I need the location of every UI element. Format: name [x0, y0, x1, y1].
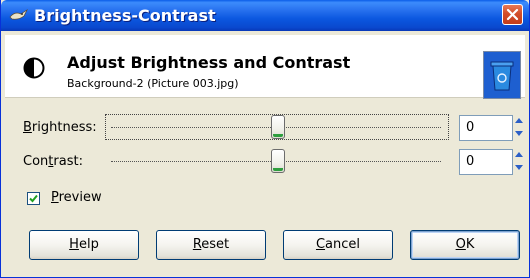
gimp-wilber-icon: [9, 8, 28, 20]
preview-label[interactable]: Preview: [51, 190, 102, 205]
cancel-button[interactable]: Cancel: [283, 230, 393, 260]
contrast-slider-thumb[interactable]: [271, 149, 285, 173]
contrast-spinbox[interactable]: 0: [459, 149, 513, 175]
recycle-bin-icon: [484, 52, 520, 98]
brightness-contrast-dialog: Brightness-Contrast Adjust Brightness an…: [0, 0, 530, 278]
brightness-up-arrow-icon[interactable]: [512, 114, 526, 127]
reset-button[interactable]: Reset: [156, 230, 266, 260]
contrast-icon: [23, 57, 45, 79]
brightness-spinbox[interactable]: 0: [459, 115, 513, 141]
preview-checkbox[interactable]: [27, 192, 40, 205]
contrast-down-arrow-icon[interactable]: [512, 161, 526, 174]
brightness-value: 0: [466, 120, 475, 135]
brightness-label: Brightness:: [23, 120, 97, 135]
window-title: Brightness-Contrast: [34, 6, 216, 25]
title-bar[interactable]: Brightness-Contrast: [1, 0, 529, 31]
contrast-label: Contrast:: [23, 154, 83, 169]
dialog-header: Adjust Brightness and Contrast Backgroun…: [5, 35, 525, 99]
image-name: Background-2 (Picture 003.jpg): [67, 77, 239, 90]
brightness-down-arrow-icon[interactable]: [512, 127, 526, 140]
ok-button[interactable]: OK: [410, 230, 520, 260]
image-thumbnail: [483, 51, 521, 99]
help-button[interactable]: Help: [29, 230, 139, 260]
close-icon: [506, 8, 519, 21]
dialog-heading: Adjust Brightness and Contrast: [67, 53, 351, 72]
contrast-value: 0: [466, 154, 475, 169]
close-button[interactable]: [502, 4, 523, 25]
contrast-up-arrow-icon[interactable]: [512, 148, 526, 161]
brightness-slider-thumb[interactable]: [271, 115, 285, 139]
checkmark-icon: [29, 194, 38, 203]
